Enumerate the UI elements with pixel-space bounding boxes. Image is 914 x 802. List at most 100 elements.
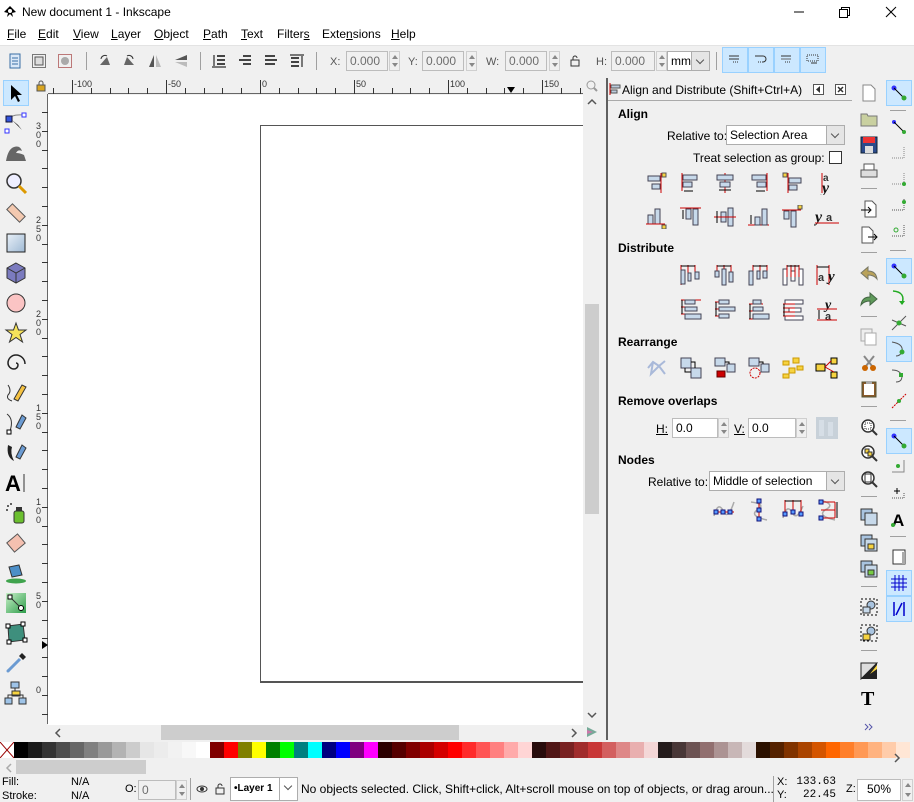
- scroll-down-icon[interactable]: [587, 711, 597, 719]
- palette-scroll-right-icon[interactable]: [893, 753, 901, 763]
- minimize-button[interactable]: [776, 0, 822, 25]
- panel-iconify-button[interactable]: [813, 84, 824, 95]
- menu-object[interactable]: Object: [154, 27, 189, 41]
- color-swatch[interactable]: [420, 742, 434, 758]
- text-tool[interactable]: A: [3, 470, 29, 496]
- overlap-v-input[interactable]: 0.0: [748, 418, 796, 438]
- w-input[interactable]: 0.000: [505, 51, 547, 71]
- color-swatch[interactable]: [714, 742, 728, 758]
- color-swatch[interactable]: [280, 742, 294, 758]
- zoom-spinner[interactable]: [902, 779, 913, 801]
- color-swatch[interactable]: [700, 742, 714, 758]
- copy-icon[interactable]: [856, 324, 882, 350]
- color-swatch[interactable]: [756, 742, 770, 758]
- spray-tool[interactable]: [3, 500, 29, 526]
- center-on-horizontal-axis-icon[interactable]: [712, 204, 738, 230]
- selector-tool[interactable]: [3, 80, 29, 106]
- align-right-edges-icon[interactable]: [746, 170, 772, 196]
- color-swatch[interactable]: [28, 742, 42, 758]
- snap-bbox-toggle[interactable]: [886, 114, 912, 140]
- snap-page-border-toggle[interactable]: [886, 544, 912, 570]
- color-swatch[interactable]: [392, 742, 406, 758]
- color-swatch[interactable]: [560, 742, 574, 758]
- unclump-graph-icon[interactable]: [644, 355, 670, 381]
- gradient-tool[interactable]: [3, 590, 29, 616]
- zoom-tool[interactable]: [3, 170, 29, 196]
- raise-to-top-icon[interactable]: [286, 50, 308, 72]
- color-swatch[interactable]: [154, 742, 168, 758]
- color-swatch[interactable]: [574, 742, 588, 758]
- distribute-baselines-horizontal-icon[interactable]: ay: [814, 262, 840, 288]
- layer-lock-icon[interactable]: [215, 783, 225, 795]
- menu-view[interactable]: View: [73, 27, 99, 41]
- lock-proportions-icon[interactable]: [564, 50, 586, 72]
- scroll-up-icon[interactable]: [587, 98, 597, 106]
- snap-bbox-centers-toggle[interactable]: [886, 218, 912, 244]
- snap-paths-toggle[interactable]: [886, 284, 912, 310]
- snap-cusp-nodes-toggle[interactable]: [886, 336, 912, 362]
- lower-to-bottom-icon[interactable]: [208, 50, 230, 72]
- opacity-input[interactable]: 0: [138, 780, 176, 800]
- color-swatch[interactable]: [14, 742, 28, 758]
- rotate-ccw-icon[interactable]: [94, 50, 116, 72]
- color-swatch[interactable]: [70, 742, 84, 758]
- color-swatch[interactable]: [742, 742, 756, 758]
- ruler-lock-icon[interactable]: [34, 78, 48, 94]
- color-swatch[interactable]: [322, 742, 336, 758]
- restore-button[interactable]: [822, 0, 868, 25]
- color-swatch[interactable]: [784, 742, 798, 758]
- palette-scrollbar[interactable]: [0, 753, 914, 776]
- lower-icon[interactable]: [234, 50, 256, 72]
- remove-overlaps-button[interactable]: [814, 415, 840, 441]
- arrange-network-icon[interactable]: [814, 355, 840, 381]
- scale-stroke-toggle[interactable]: [722, 47, 748, 73]
- color-management-icon[interactable]: [586, 726, 598, 738]
- new-document-icon[interactable]: [856, 80, 882, 106]
- vertical-scroll-thumb[interactable]: [585, 304, 599, 514]
- rectangle-tool[interactable]: [3, 230, 29, 256]
- color-swatch[interactable]: [84, 742, 98, 758]
- rotate-cw-icon[interactable]: [118, 50, 140, 72]
- text-font-icon[interactable]: T: [856, 684, 882, 710]
- menu-edit[interactable]: Edit: [38, 27, 59, 41]
- snap-line-midpoints-toggle[interactable]: [886, 388, 912, 414]
- menu-extensions[interactable]: Extensions: [322, 27, 381, 41]
- vertical-scrollbar[interactable]: [583, 78, 601, 725]
- measure-tool[interactable]: [3, 200, 29, 226]
- color-swatch[interactable]: [798, 742, 812, 758]
- h-spinner[interactable]: [656, 51, 667, 71]
- color-swatch[interactable]: [616, 742, 630, 758]
- snap-bbox-midpoints-toggle[interactable]: [886, 192, 912, 218]
- spiral-tool[interactable]: [3, 350, 29, 376]
- color-swatch[interactable]: [168, 742, 182, 758]
- color-swatch[interactable]: [658, 742, 672, 758]
- duplicate-icon[interactable]: [856, 504, 882, 530]
- horizontal-scrollbar[interactable]: [48, 725, 583, 740]
- color-swatch[interactable]: [532, 742, 546, 758]
- color-swatch[interactable]: [504, 742, 518, 758]
- paint-bucket-tool[interactable]: [3, 560, 29, 586]
- horizontal-scroll-thumb[interactable]: [161, 725, 459, 740]
- overlap-v-spinner[interactable]: [796, 418, 807, 438]
- color-swatch[interactable]: [630, 742, 644, 758]
- scale-corners-toggle[interactable]: [748, 47, 774, 73]
- ellipse-tool[interactable]: [3, 290, 29, 316]
- color-swatch[interactable]: [378, 742, 392, 758]
- snap-text-baseline-toggle[interactable]: A: [886, 506, 912, 532]
- color-swatch[interactable]: [294, 742, 308, 758]
- import-icon[interactable]: [856, 196, 882, 222]
- distribute-nodes-vertical-icon[interactable]: [814, 497, 840, 523]
- pencil-tool[interactable]: [3, 380, 29, 406]
- snap-enable-toggle[interactable]: [886, 80, 912, 106]
- clone-icon[interactable]: [856, 530, 882, 556]
- mesh-tool[interactable]: [3, 620, 29, 646]
- treat-group-checkbox[interactable]: [829, 151, 842, 164]
- color-swatch[interactable]: [364, 742, 378, 758]
- palette-scroll-left-icon[interactable]: [5, 763, 13, 773]
- eraser-tool[interactable]: [3, 530, 29, 556]
- align-bottom-edges-icon[interactable]: [746, 204, 772, 230]
- tweak-tool[interactable]: [3, 140, 29, 166]
- color-swatch[interactable]: [770, 742, 784, 758]
- color-swatch[interactable]: [406, 742, 420, 758]
- select-all-layers-icon[interactable]: [28, 50, 50, 72]
